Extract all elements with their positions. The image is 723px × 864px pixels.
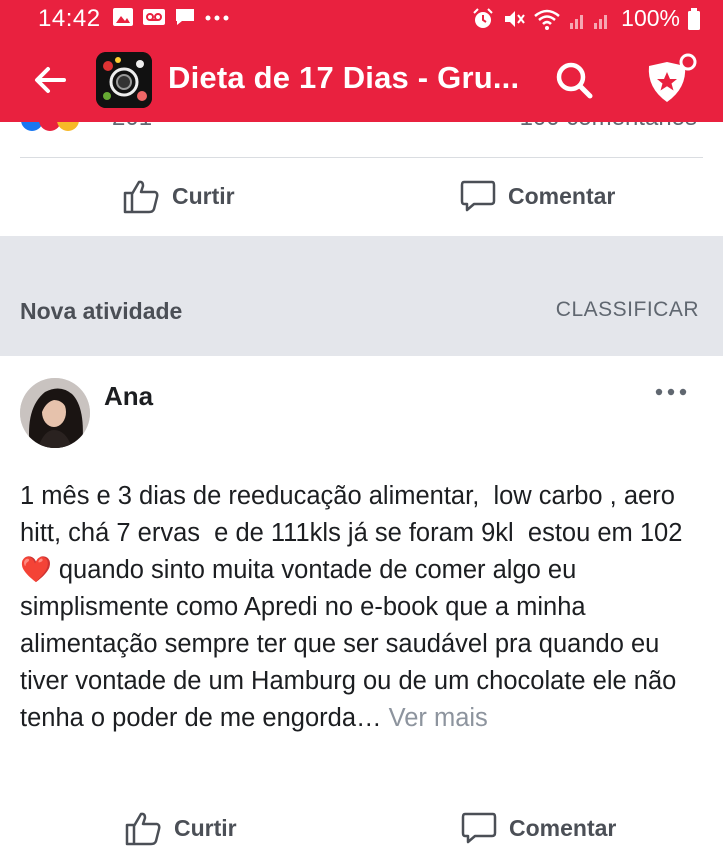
status-bar: 14:42 100% <box>0 0 723 38</box>
avatar[interactable] <box>20 378 90 448</box>
chat-icon <box>176 9 194 25</box>
app-bar: Dieta de 17 Dias - Gru... <box>0 38 723 122</box>
notification-icons <box>112 7 230 27</box>
more-dots-icon <box>205 15 229 21</box>
image-icon <box>113 8 133 26</box>
mute-icon <box>505 10 525 27</box>
voicemail-icon <box>143 9 165 25</box>
more-options-icon[interactable] <box>655 386 687 398</box>
comment-icon <box>461 812 497 844</box>
status-time: 14:42 <box>38 5 101 32</box>
reaction-icons <box>21 122 79 131</box>
comments-count[interactable]: 100 comentários <box>520 122 697 132</box>
search-icon[interactable] <box>552 58 596 102</box>
arrow-left-icon[interactable] <box>30 60 70 100</box>
post-text-part1: 1 mês e 3 dias de reeducação alimentar, … <box>20 482 683 547</box>
post-author[interactable]: Ana <box>104 381 153 412</box>
like-label: Curtir <box>172 182 235 209</box>
post-actions: Curtir Comentar <box>0 792 723 864</box>
battery-percent: 100% <box>621 5 680 31</box>
thumbs-up-icon <box>125 812 161 846</box>
system-icons: 100% <box>471 5 701 32</box>
divider <box>20 157 703 158</box>
like-button[interactable]: Curtir <box>122 160 235 232</box>
like-button[interactable]: Curtir <box>124 792 237 864</box>
sort-button[interactable]: CLASSIFICAR <box>556 298 699 322</box>
like-label: Curtir <box>174 814 237 841</box>
comment-icon <box>460 180 496 212</box>
alarm-icon <box>473 7 493 28</box>
thumbs-up-icon <box>123 180 159 214</box>
shield-star-icon[interactable] <box>645 52 703 108</box>
group-avatar[interactable] <box>96 52 152 108</box>
post-text-part2: quando sinto muita vontade de comer algo… <box>20 556 684 732</box>
signal-icon <box>570 14 608 29</box>
reaction-count[interactable]: 201 <box>112 122 152 132</box>
comment-button[interactable]: Comentar <box>460 160 615 232</box>
wifi-icon <box>534 9 560 30</box>
comment-button[interactable]: Comentar <box>461 792 616 864</box>
new-activity-title: Nova atividade <box>20 298 183 324</box>
comment-label: Comentar <box>508 182 616 209</box>
battery-icon <box>688 7 700 30</box>
see-more-link[interactable]: Ver mais <box>389 704 488 732</box>
previous-post-stats: 201 100 comentários <box>0 122 723 132</box>
heart-emoji: ❤️ <box>20 556 52 584</box>
previous-post-actions: Curtir Comentar <box>0 160 723 232</box>
group-title[interactable]: Dieta de 17 Dias - Gru... <box>168 60 519 96</box>
comment-label: Comentar <box>509 814 617 841</box>
post-body: 1 mês e 3 dias de reeducação alimentar, … <box>20 478 710 737</box>
new-activity-header: Nova atividade CLASSIFICAR <box>0 236 723 356</box>
